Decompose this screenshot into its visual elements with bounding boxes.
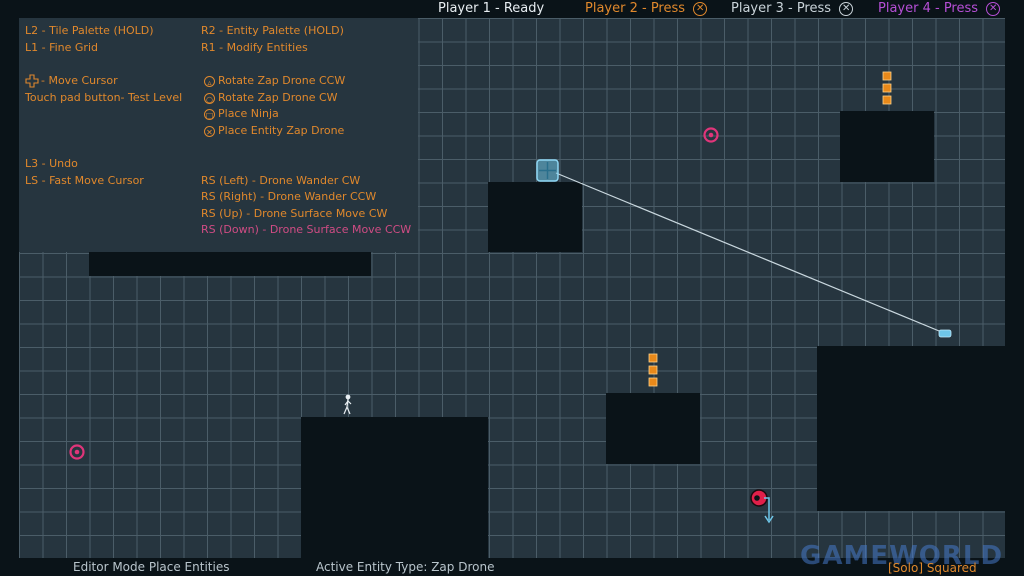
square-action-label: Place Ninja — [218, 107, 279, 120]
player-4-label: Player 4 - Press — [878, 1, 979, 16]
editor-mode-label: Editor Mode Place Entities — [73, 560, 230, 574]
wall-block — [606, 393, 700, 464]
help-ls: LS - Fast Move Cursor — [25, 174, 144, 187]
player-1-status: Player 1 - Ready — [438, 1, 544, 16]
help-rs-up: RS (Up) - Drone Surface Move CW — [201, 207, 388, 220]
wall-block — [840, 111, 934, 182]
wall-block — [301, 417, 488, 558]
help-rs-left: RS (Left) - Drone Wander CW — [201, 174, 361, 187]
circle-action-label: Rotate Zap Drone CW — [218, 91, 338, 104]
help-circle: ○ Rotate Zap Drone CW — [204, 91, 338, 104]
cross-button-icon: ✕ — [839, 1, 854, 16]
triangle-button-icon: ▵ — [204, 75, 215, 87]
active-entity-label: Active Entity Type: Zap Drone — [316, 560, 495, 574]
solo-mode-label: [Solo] Squared — [888, 561, 977, 575]
triangle-action-label: Rotate Zap Drone CCW — [218, 74, 346, 87]
wall-block — [817, 346, 1005, 511]
help-l2: L2 - Tile Palette (HOLD) — [25, 24, 154, 37]
player-3-status: Player 3 - Press ✕ — [731, 1, 854, 16]
help-triangle: ▵ Rotate Zap Drone CCW — [204, 74, 345, 87]
help-touchpad: Touch pad button- Test Level — [25, 91, 183, 104]
help-rs-down: RS (Down) - Drone Surface Move CCW — [201, 223, 412, 236]
help-move-cursor: - Move Cursor — [25, 74, 118, 88]
player-status-bar: Player 1 - Ready Player 2 - Press ✕ Play… — [0, 0, 1024, 18]
wall-block — [89, 252, 371, 276]
help-r1: R1 - Modify Entities — [201, 41, 308, 54]
help-cross: ✕ Place Entity Zap Drone — [204, 124, 344, 137]
move-cursor-label: - Move Cursor — [41, 74, 118, 87]
player-1-label: Player 1 - Ready — [438, 1, 545, 16]
help-r2: R2 - Entity Palette (HOLD) — [201, 24, 344, 37]
cross-action-label: Place Entity Zap Drone — [218, 124, 345, 137]
cross-button-icon: ✕ — [693, 1, 708, 16]
player-4-status: Player 4 - Press ✕ — [878, 1, 1001, 16]
help-rs-right: RS (Right) - Drone Wander CCW — [201, 190, 377, 203]
help-l1: L1 - Fine Grid — [25, 41, 98, 54]
player-2-label: Player 2 - Press — [585, 1, 686, 16]
help-l3: L3 - Undo — [25, 157, 78, 170]
dpad-icon — [25, 74, 39, 88]
player-3-label: Player 3 - Press — [731, 1, 832, 16]
wall-block — [488, 182, 582, 252]
square-button-icon: □ — [204, 108, 215, 120]
controls-help-panel: L2 - Tile Palette (HOLD) L1 - Fine Grid … — [19, 18, 418, 252]
cross-button-icon: ✕ — [986, 1, 1001, 16]
circle-button-icon: ○ — [204, 92, 215, 104]
help-square: □ Place Ninja — [204, 107, 279, 120]
player-2-status: Player 2 - Press ✕ — [585, 1, 708, 16]
level-grid[interactable]: L2 - Tile Palette (HOLD) L1 - Fine Grid … — [19, 18, 1005, 558]
cross-button-icon: ✕ — [204, 125, 215, 137]
